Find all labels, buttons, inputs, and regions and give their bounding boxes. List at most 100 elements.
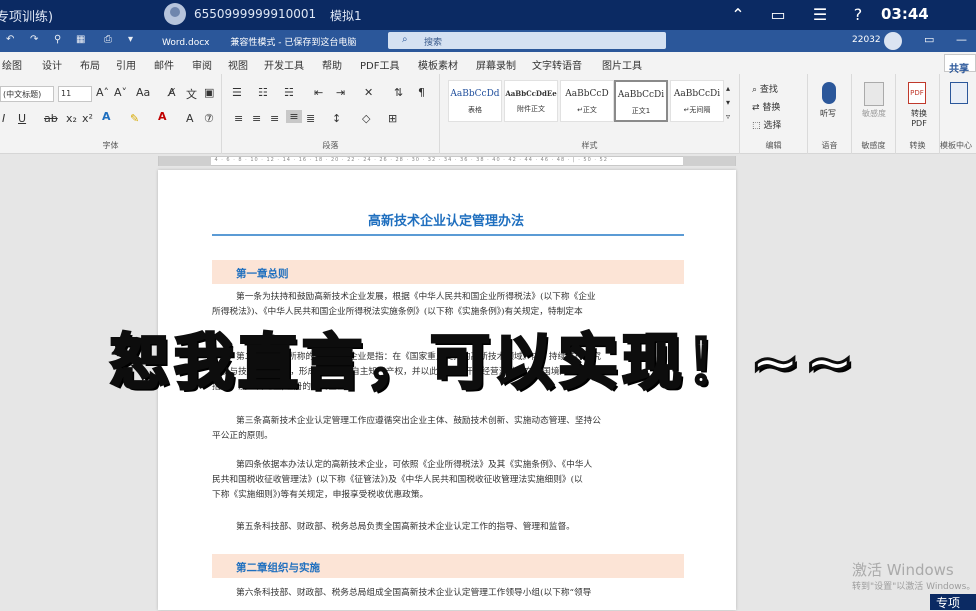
style-no-spacing[interactable]: AaBbCcDi ↵无间隔 [670, 80, 724, 122]
char-border-icon[interactable]: ▣ [204, 86, 214, 99]
voice-group-label: 语音 [821, 141, 838, 150]
redo-icon[interactable]: ↷ [30, 34, 38, 45]
search-box[interactable]: ⌕ 搜索 [388, 32, 666, 49]
tab-pdf-tools[interactable]: PDF工具 [360, 57, 399, 72]
style-table[interactable]: AaBbCcDd 表格 [448, 80, 502, 122]
char-shading-icon[interactable]: A [186, 112, 194, 125]
pdf-icon[interactable]: PDF [908, 82, 926, 104]
table-icon[interactable]: ▦ [76, 34, 85, 45]
styles-scroll-down-icon[interactable]: ▾ [726, 98, 730, 107]
align-center-icon[interactable]: ≡ [252, 112, 261, 125]
tab-mailings[interactable]: 邮件 [154, 57, 174, 72]
tab-draw[interactable]: 绘图 [2, 57, 22, 72]
align-left-icon[interactable]: ≡ [234, 112, 243, 125]
microphone-icon[interactable] [822, 82, 836, 104]
customize-icon[interactable]: ▾ [128, 34, 133, 45]
style-name: 表格 [468, 106, 482, 114]
replace-button[interactable]: ⇄ 替换 [752, 100, 780, 113]
borders-icon[interactable]: ⊞ [388, 112, 397, 125]
highlight-icon[interactable]: ✎ [130, 112, 139, 125]
sensitivity-group: 敏感度 敏感度 [852, 74, 896, 154]
print-icon[interactable]: ⎙ [104, 34, 112, 45]
ribbon-display-icon[interactable]: ▭ [924, 33, 934, 46]
align-right-icon[interactable]: ≡ [270, 112, 279, 125]
account-name[interactable]: 22032 [852, 35, 881, 45]
justify-icon[interactable]: ≡ [286, 110, 302, 123]
phonetic-icon[interactable]: 文 [186, 86, 197, 102]
tab-references[interactable]: 引用 [116, 57, 136, 72]
undo-icon[interactable]: ↶ [6, 34, 14, 45]
italic-icon[interactable]: I [2, 112, 5, 125]
find-button[interactable]: ⌕ 查找 [752, 82, 778, 95]
superscript-icon[interactable]: x² [82, 112, 93, 125]
style-sample: AaBbCcDdEe [505, 89, 557, 98]
show-marks-icon[interactable]: ¶ [418, 86, 425, 99]
find-label: 查找 [759, 85, 778, 95]
style-body1[interactable]: AaBbCcDi 正文1 [614, 80, 668, 122]
format-painter-icon[interactable]: ⚲ [54, 34, 61, 45]
tab-picture-tools[interactable]: 图片工具 [602, 57, 642, 72]
bullets-icon[interactable]: ☰ [232, 86, 242, 99]
styles-more-icon[interactable]: ▿ [726, 112, 730, 121]
list-icon[interactable]: ☰ [808, 4, 832, 26]
template-icon[interactable] [950, 82, 968, 104]
account-avatar[interactable] [884, 32, 902, 50]
style-normal[interactable]: AaBbCcD ↵正文 [560, 80, 614, 122]
help-icon[interactable]: ? [846, 4, 870, 26]
style-name: 附件正文 [517, 105, 545, 113]
select-label: 选择 [763, 121, 782, 131]
shrink-font-icon[interactable]: A˅ [114, 86, 127, 99]
convert-group: PDF 转换 PDF 转换 [896, 74, 940, 154]
distributed-icon[interactable]: ≣ [306, 112, 315, 125]
shading-icon[interactable]: ◇ [362, 112, 370, 125]
text-effects-icon[interactable]: A [102, 110, 111, 123]
search-icon: ⌕ [402, 34, 408, 45]
minimize-icon[interactable]: — [956, 33, 967, 46]
tab-text-to-speech[interactable]: 文字转语音 [532, 57, 582, 72]
grow-font-icon[interactable]: A˄ [96, 86, 109, 99]
multilevel-list-icon[interactable]: ☵ [284, 86, 294, 99]
numbering-icon[interactable]: ☷ [258, 86, 268, 99]
sensitivity-icon[interactable] [864, 82, 884, 106]
replace-label: 替换 [762, 103, 781, 113]
tab-template[interactable]: 模板素材 [418, 57, 458, 72]
ruler-left-margin [159, 156, 211, 166]
tab-developer[interactable]: 开发工具 [264, 57, 304, 72]
tab-review[interactable]: 审阅 [192, 57, 212, 72]
styles-scroll-up-icon[interactable]: ▴ [726, 84, 730, 93]
font-size-combo[interactable]: 11 [58, 86, 92, 102]
ruler-right-margin [683, 156, 735, 166]
convert-pdf-label: 转换 PDF [911, 109, 927, 128]
font-color-icon[interactable]: A [158, 110, 167, 123]
dictate-label: 听写 [820, 109, 836, 118]
window-icon[interactable]: ▭ [766, 4, 790, 26]
tab-help[interactable]: 帮助 [322, 57, 342, 72]
strikethrough-icon[interactable]: ab [44, 112, 58, 125]
subscript-icon[interactable]: x₂ [66, 112, 77, 125]
select-button[interactable]: ⬚ 选择 [752, 118, 781, 131]
chinese-layout-icon[interactable]: ✕ [364, 86, 373, 99]
tab-screen-record[interactable]: 屏幕录制 [476, 57, 516, 72]
underline-icon[interactable]: U [18, 112, 26, 125]
change-case-icon[interactable]: Aa [136, 86, 150, 99]
increase-indent-icon[interactable]: ⇥ [336, 86, 345, 99]
clear-format-icon[interactable]: A̸ [168, 86, 176, 99]
share-button[interactable]: 共享 [944, 54, 976, 75]
font-name-combo[interactable]: (中文标题) [0, 86, 54, 102]
tab-layout[interactable]: 布局 [80, 57, 100, 72]
title-underline [212, 234, 684, 236]
corner-label: 专项 [930, 594, 976, 610]
sort-icon[interactable]: ⇅ [394, 86, 403, 99]
doc-mode: 兼容性模式 - 已保存到这台电脑 [230, 38, 357, 48]
tab-design[interactable]: 设计 [42, 57, 62, 72]
paragraph-group-label: 段落 [322, 141, 339, 150]
user-avatar[interactable] [164, 3, 186, 25]
horizontal-ruler[interactable]: · 4 · 2 · | · 2 · 4 · 6 · 8 · 10 · 12 · … [0, 154, 976, 168]
tab-view[interactable]: 视图 [228, 57, 248, 72]
enclose-char-icon[interactable]: ⑦ [204, 112, 214, 125]
line-spacing-icon[interactable]: ↕ [332, 112, 341, 125]
style-attachment-body[interactable]: AaBbCcDdEe 附件正文 [504, 80, 558, 122]
styles-group-label: 样式 [581, 141, 598, 150]
decrease-indent-icon[interactable]: ⇤ [314, 86, 323, 99]
collapse-icon[interactable]: ⌃ [726, 4, 750, 26]
